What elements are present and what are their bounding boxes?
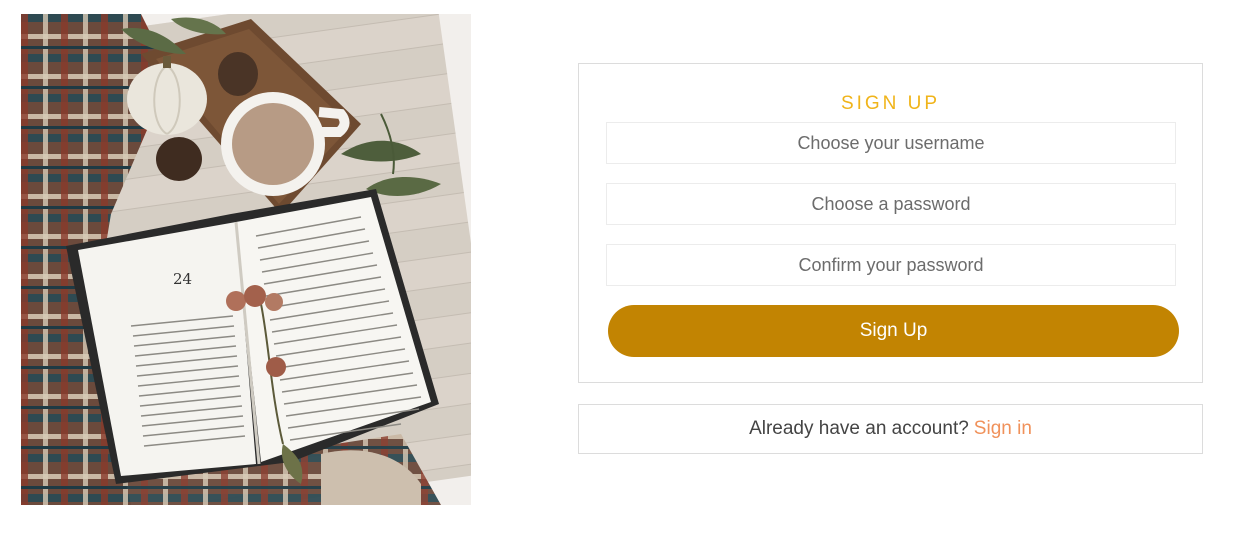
signup-title: SIGN UP (840, 93, 941, 114)
confirm-password-input[interactable] (606, 244, 1176, 286)
signin-prompt: Already have an account? (749, 418, 969, 439)
hero-illustration: 24 (21, 14, 471, 505)
signup-card: SIGN UP Sign Up (578, 63, 1203, 383)
password-input[interactable] (606, 183, 1176, 225)
book-page-number: 24 (173, 270, 192, 288)
signin-link[interactable]: Sign in (974, 418, 1032, 440)
hero-image: 24 (21, 14, 471, 505)
signin-card: Already have an account? Sign in (578, 404, 1203, 454)
username-input[interactable] (606, 122, 1176, 164)
signup-button[interactable]: Sign Up (608, 305, 1179, 357)
